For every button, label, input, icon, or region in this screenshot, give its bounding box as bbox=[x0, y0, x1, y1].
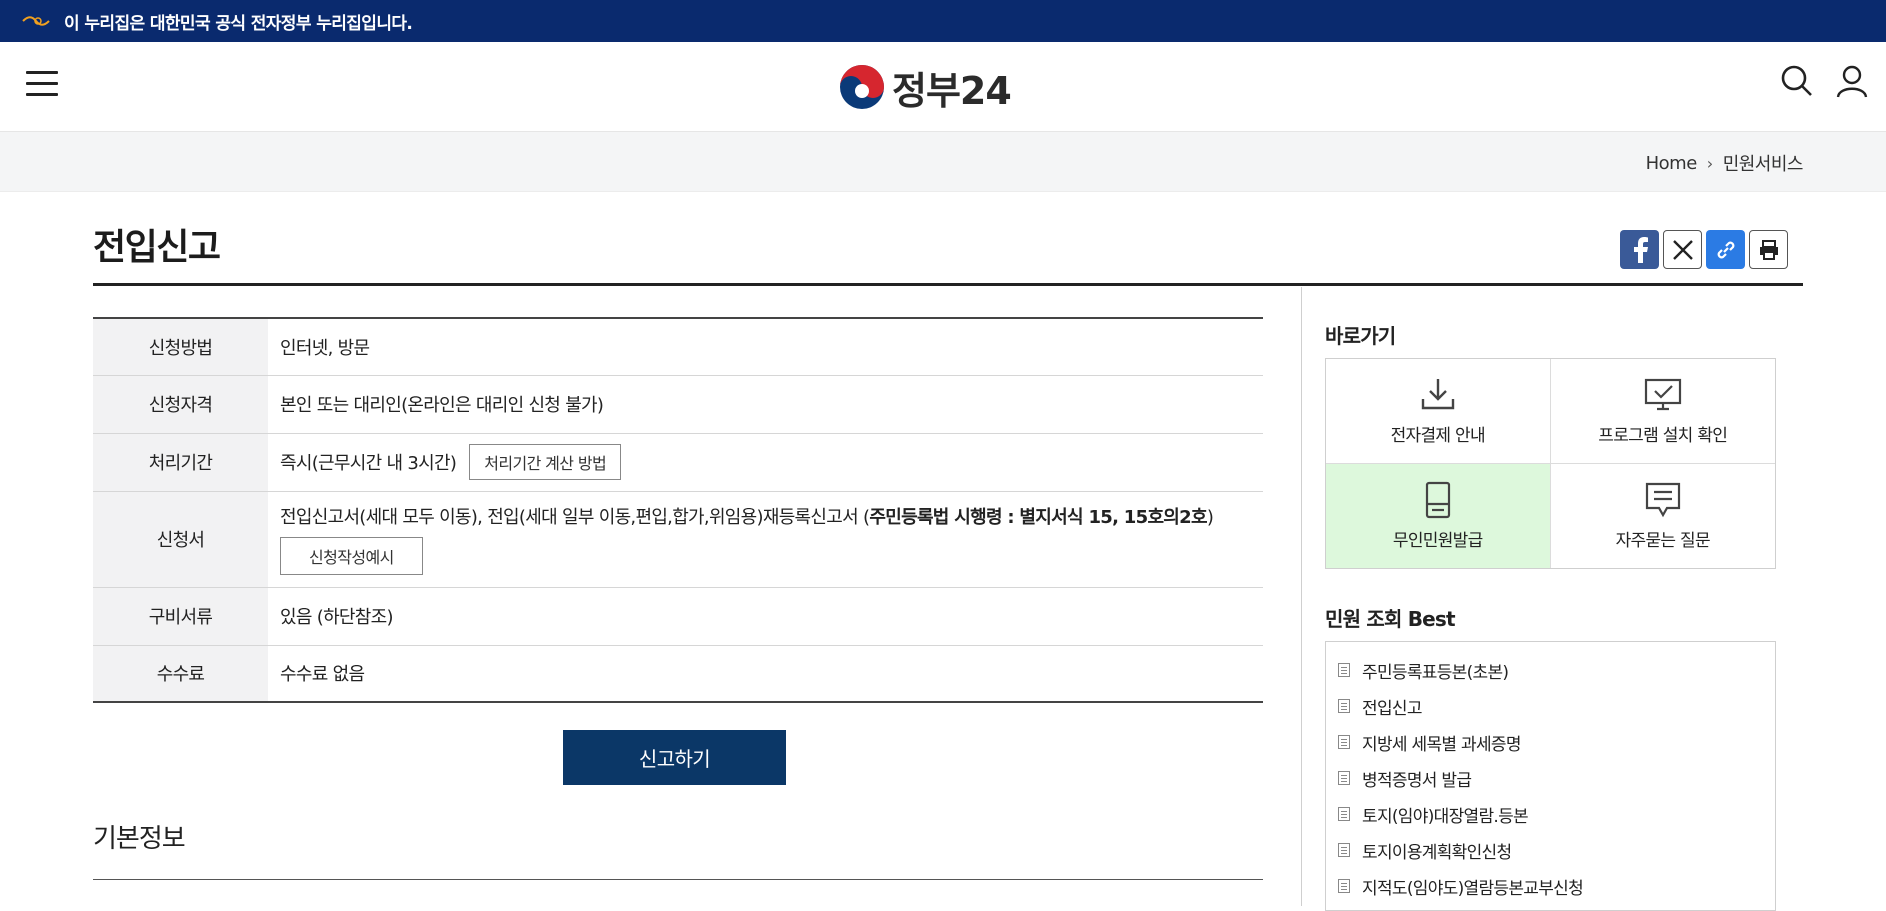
row-value: 전입신고서(세대 모두 이동), 전입(세대 일부 이동,편입,합가,위임용)재… bbox=[268, 491, 1263, 588]
row-label: 처리기간 bbox=[93, 433, 268, 492]
row-value: 본인 또는 대리인(온라인은 대리인 신청 불가) bbox=[268, 375, 1263, 434]
application-form-text: 전입신고서(세대 모두 이동), 전입(세대 일부 이동,편입,합가,위임용)재… bbox=[280, 507, 1214, 528]
section-title: 기본정보 bbox=[93, 824, 186, 854]
list-item[interactable]: 지적도(임야도)열람등본교부신청 bbox=[1326, 868, 1775, 904]
breadcrumb-bar: Home › 민원서비스 bbox=[0, 132, 1886, 192]
document-icon bbox=[1338, 843, 1350, 857]
title-row: 전입신고 bbox=[93, 218, 1803, 286]
menu-button[interactable] bbox=[26, 71, 58, 101]
breadcrumb-current[interactable]: 민원서비스 bbox=[1723, 150, 1804, 176]
row-label: 구비서류 bbox=[93, 587, 268, 646]
search-icon[interactable] bbox=[1780, 64, 1814, 98]
document-icon bbox=[1338, 663, 1350, 677]
menu-icon bbox=[26, 71, 58, 74]
list-item[interactable]: 병적증명서 발급 bbox=[1326, 760, 1775, 796]
list-item[interactable]: 토지이용계획확인신청 bbox=[1326, 832, 1775, 868]
facebook-share-button[interactable] bbox=[1620, 230, 1659, 269]
quick-link-payment[interactable]: 전자결제 안내 bbox=[1326, 359, 1551, 464]
table-row: 신청방법 인터넷, 방문 bbox=[93, 318, 1263, 376]
form-example-button[interactable]: 신청작성예시 bbox=[280, 537, 423, 575]
row-value: 있음 (하단참조) bbox=[268, 587, 1263, 646]
row-label: 신청서 bbox=[93, 491, 268, 588]
row-value: 인터넷, 방문 bbox=[268, 318, 1263, 376]
row-value: 즉시(근무시간 내 3시간) 처리기간 계산 방법 bbox=[268, 433, 1263, 492]
quick-link-faq[interactable]: 자주묻는 질문 bbox=[1551, 464, 1776, 569]
submit-report-button[interactable]: 신고하기 bbox=[563, 730, 786, 785]
kiosk-icon bbox=[1425, 482, 1450, 519]
user-icon[interactable] bbox=[1835, 64, 1869, 98]
row-label: 신청방법 bbox=[93, 318, 268, 376]
processing-time-calc-button[interactable]: 처리기간 계산 방법 bbox=[469, 444, 622, 480]
link-icon bbox=[1717, 241, 1734, 258]
site-logo[interactable]: 정부24 bbox=[838, 62, 1012, 113]
list-item[interactable]: 토지(임야)대장열람.등본 bbox=[1326, 796, 1775, 832]
service-info-table: 신청방법 인터넷, 방문 신청자격 본인 또는 대리인(온라인은 대리인 신청 … bbox=[93, 317, 1263, 703]
quick-link-program-check[interactable]: 프로그램 설치 확인 bbox=[1550, 359, 1775, 464]
table-row: 신청서 전입신고서(세대 모두 이동), 전입(세대 일부 이동,편입,합가,위… bbox=[93, 491, 1263, 588]
quick-link-kiosk[interactable]: 무인민원발급 bbox=[1326, 463, 1551, 568]
taeguk-logo-icon bbox=[840, 65, 884, 109]
document-icon bbox=[1338, 807, 1350, 821]
table-row: 구비서류 있음 (하단참조) bbox=[93, 587, 1263, 646]
quick-links-grid: 전자결제 안내 프로그램 설치 확인 무인민원발급 자주묻는 질문 bbox=[1325, 358, 1776, 569]
document-icon bbox=[1338, 699, 1350, 713]
breadcrumb-home[interactable]: Home bbox=[1646, 153, 1698, 174]
sidebar-divider bbox=[1301, 287, 1302, 906]
law-reference: 주민등록법 시행령 : 별지서식 15, 15호의2호 bbox=[869, 507, 1207, 528]
table-row: 신청자격 본인 또는 대리인(온라인은 대리인 신청 불가) bbox=[93, 375, 1263, 434]
table-row: 수수료 수수료 없음 bbox=[93, 645, 1263, 702]
divider bbox=[93, 879, 1263, 880]
best-list: 주민등록표등본(초본) 전입신고 지방세 세목별 과세증명 병적증명서 발급 토… bbox=[1325, 641, 1776, 911]
x-share-button[interactable] bbox=[1663, 230, 1702, 269]
monitor-check-icon bbox=[1644, 379, 1681, 411]
table-row: 처리기간 즉시(근무시간 내 3시간) 처리기간 계산 방법 bbox=[93, 433, 1263, 492]
chat-bubble-icon bbox=[1645, 483, 1680, 518]
document-icon bbox=[1338, 879, 1350, 893]
quick-links-title: 바로가기 bbox=[1325, 324, 1396, 348]
share-buttons bbox=[1620, 230, 1788, 269]
x-icon bbox=[1672, 239, 1693, 260]
download-icon bbox=[1421, 379, 1454, 410]
site-header: 정부24 bbox=[0, 42, 1886, 132]
row-label: 수수료 bbox=[93, 645, 268, 702]
chevron-right-icon: › bbox=[1706, 153, 1713, 173]
facebook-icon bbox=[1633, 236, 1648, 263]
document-icon bbox=[1338, 735, 1350, 749]
gov-banner: 이 누리집은 대한민국 공식 전자정부 누리집입니다. bbox=[0, 0, 1886, 42]
print-button[interactable] bbox=[1749, 230, 1788, 269]
list-item[interactable]: 전입신고 bbox=[1326, 688, 1775, 724]
row-value: 수수료 없음 bbox=[280, 664, 365, 686]
row-label: 신청자격 bbox=[93, 375, 268, 434]
list-item[interactable]: 지방세 세목별 과세증명 bbox=[1326, 724, 1775, 760]
list-item[interactable]: 주민등록표등본(초본) bbox=[1326, 652, 1775, 688]
best-title: 민원 조회 Best bbox=[1325, 607, 1456, 631]
print-icon bbox=[1759, 239, 1778, 260]
copy-link-button[interactable] bbox=[1706, 230, 1745, 269]
breadcrumb: Home › 민원서비스 bbox=[1646, 150, 1804, 176]
document-icon bbox=[1338, 771, 1350, 785]
logo-text: 정부24 bbox=[892, 68, 1012, 113]
page-title: 전입신고 bbox=[93, 227, 221, 268]
processing-time-text: 즉시(근무시간 내 3시간) bbox=[280, 453, 457, 474]
gov-mark-icon bbox=[22, 16, 50, 26]
gov-banner-text: 이 누리집은 대한민국 공식 전자정부 누리집입니다. bbox=[64, 13, 413, 34]
